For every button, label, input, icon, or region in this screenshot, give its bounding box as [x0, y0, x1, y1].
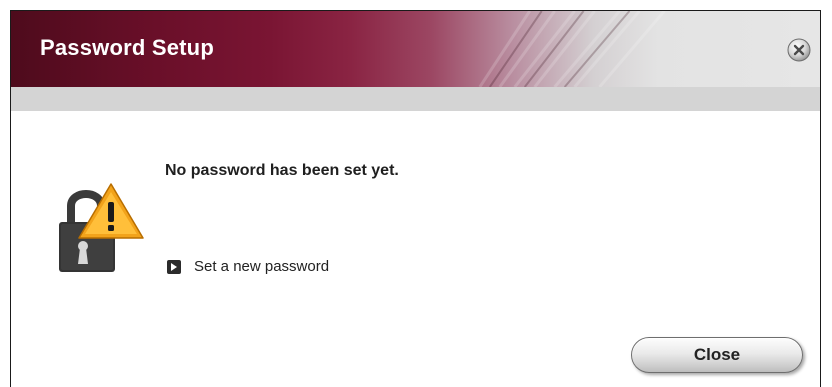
set-new-password-label: Set a new password: [194, 258, 330, 275]
close-button[interactable]: Close: [631, 337, 803, 373]
status-message: No password has been set yet.: [165, 162, 399, 179]
set-new-password-link[interactable]: Set a new password: [167, 258, 329, 275]
header-separator-bar: [11, 87, 820, 111]
dialog-title: Password Setup: [40, 35, 214, 60]
arrow-right-box-icon: [167, 259, 181, 274]
close-icon[interactable]: [787, 38, 811, 62]
title-bar[interactable]: Password Setup: [11, 11, 820, 87]
password-setup-dialog: Password Setup No password has been set …: [10, 10, 821, 387]
lock-warning-icon: [59, 183, 144, 272]
